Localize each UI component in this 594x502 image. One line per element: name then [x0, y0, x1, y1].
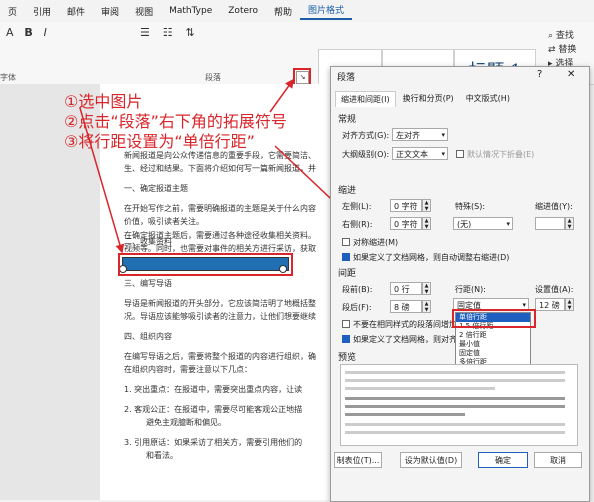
space-before-label: 段前(B):	[342, 285, 373, 294]
ok-button[interactable]: 确定	[478, 452, 528, 468]
space-before-stepper[interactable]: ▲ ▼	[422, 282, 431, 295]
preview-line	[345, 423, 565, 426]
arrow-to-picture	[79, 107, 125, 254]
alignment-value: 左对齐	[396, 131, 420, 140]
special-label: 特殊(S):	[455, 202, 486, 211]
collapse-label: 默认情况下折叠(E)	[467, 150, 535, 159]
mirror-indent-checkbox[interactable]	[342, 238, 350, 246]
tab-indent-spacing[interactable]: 缩进和间距(I)	[335, 91, 396, 107]
left-indent-stepper[interactable]: ▲ ▼	[422, 199, 431, 212]
chevron-down-icon: ▾	[506, 220, 510, 228]
cancel-button[interactable]: 取消	[534, 452, 582, 468]
no-space-checkbox[interactable]	[342, 320, 350, 328]
snap-grid-label: 如果定义了文档网格，则对齐到	[353, 335, 465, 344]
dialog-tabs: 缩进和间距(I) 换行和分页(P) 中文版式(H)	[335, 91, 517, 107]
tabs-button[interactable]: 制表位(T)...	[334, 452, 382, 468]
general-heading: 常规	[338, 115, 357, 125]
space-after-label: 段后(F):	[342, 303, 372, 312]
alignment-label: 对齐方式(G):	[342, 131, 390, 140]
preview-line	[345, 431, 565, 434]
chevron-down-icon: ▾	[441, 131, 445, 139]
indent-value-label: 缩进值(Y):	[535, 202, 573, 211]
outline-level-value: 正文文本	[396, 150, 428, 159]
alignment-select[interactable]: 左对齐 ▾	[392, 128, 448, 141]
left-indent-label: 左侧(L):	[342, 202, 372, 211]
special-select[interactable]: (无) ▾	[453, 217, 513, 230]
option-at-least[interactable]: 最小值	[456, 340, 530, 349]
right-indent-stepper[interactable]: ▲ ▼	[422, 217, 431, 230]
auto-adjust-checkbox[interactable]	[342, 253, 350, 261]
chevron-down-icon: ▾	[441, 150, 445, 158]
indent-value-input[interactable]	[535, 217, 565, 230]
tab-asian-typography[interactable]: 中文版式(H)	[461, 91, 515, 107]
at-stepper[interactable]: ▲ ▼	[565, 298, 574, 311]
close-icon[interactable]: ✕	[567, 69, 575, 80]
tab-line-page-breaks[interactable]: 换行和分页(P)	[398, 91, 459, 107]
line-spacing-label: 行距(N):	[455, 285, 486, 294]
outline-level-select[interactable]: 正文文本 ▾	[392, 147, 448, 160]
preview-box	[340, 364, 578, 446]
spacing-heading: 间距	[338, 269, 357, 279]
auto-adjust-label: 如果定义了文档网格，则自动调整右缩进(D)	[353, 253, 510, 262]
preview-line	[345, 413, 465, 416]
dialog-title: 段落	[337, 73, 356, 83]
preview-line	[345, 379, 565, 382]
at-input[interactable]: 12 磅	[535, 298, 565, 311]
set-default-button[interactable]: 设为默认值(D)	[400, 452, 462, 468]
indent-heading: 缩进	[338, 186, 357, 196]
preview-line	[345, 397, 565, 400]
preview-line	[345, 405, 565, 408]
special-value: (无)	[457, 220, 472, 229]
space-after-stepper[interactable]: ▲ ▼	[422, 300, 431, 313]
snap-grid-checkbox[interactable]	[342, 335, 350, 343]
option-exactly[interactable]: 固定值	[456, 349, 530, 358]
space-before-input[interactable]: 0 行	[390, 282, 422, 295]
outline-level-label: 大纲级别(O):	[342, 150, 390, 159]
space-after-input[interactable]: 8 磅	[390, 300, 422, 313]
help-icon[interactable]: ?	[537, 69, 542, 80]
collapse-checkbox[interactable]	[456, 150, 464, 158]
right-indent-label: 右侧(R):	[342, 220, 373, 229]
arrow-to-launcher	[269, 78, 294, 113]
option-double[interactable]: 2 倍行距	[456, 331, 530, 340]
preview-line	[345, 371, 565, 374]
right-indent-input[interactable]: 0 字符	[390, 217, 422, 230]
preview-heading: 预览	[338, 353, 357, 363]
left-indent-input[interactable]: 0 字符	[390, 199, 422, 212]
at-label: 设置值(A):	[535, 285, 574, 294]
indent-value-stepper[interactable]: ▲ ▼	[565, 217, 574, 230]
no-space-label: 不要在相同样式的段落间增加	[353, 320, 457, 329]
preview-line	[345, 387, 495, 390]
mirror-indent-label: 对称缩进(M)	[353, 238, 399, 247]
single-spacing-highlight	[452, 309, 536, 328]
